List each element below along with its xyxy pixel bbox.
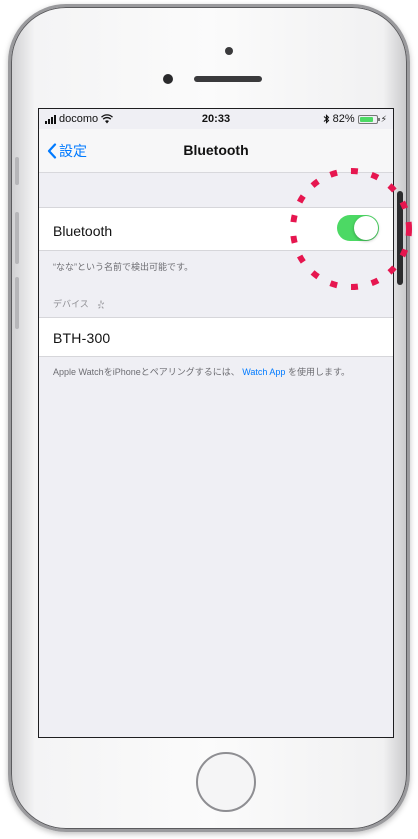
front-camera — [225, 47, 233, 55]
volume-down-button — [15, 277, 19, 329]
bluetooth-status-icon — [323, 114, 329, 124]
mute-switch — [15, 157, 19, 185]
proximity-sensor — [163, 74, 173, 84]
battery-fill — [359, 116, 373, 122]
bluetooth-cell: Bluetooth — [39, 207, 393, 251]
navigation-bar: 設定 Bluetooth — [39, 129, 393, 173]
bluetooth-toggle[interactable] — [337, 215, 379, 241]
earpiece-speaker — [194, 76, 262, 82]
power-button — [397, 191, 403, 285]
discoverable-note: “なな”という名前で検出可能です。 — [53, 262, 194, 272]
loading-spinner-icon — [98, 300, 105, 309]
home-button[interactable] — [196, 752, 256, 812]
watch-note-text-end: を使用します。 — [287, 367, 351, 377]
apple-watch-note: Apple WatchをiPhoneとペアリングするには、 Watch App … — [53, 366, 381, 379]
status-right: 82% ⚡ — [323, 113, 387, 125]
watch-app-link[interactable]: Watch App — [242, 367, 285, 377]
bluetooth-label: Bluetooth — [53, 223, 113, 239]
device-row[interactable]: BTH-300 — [39, 317, 393, 357]
devices-header-label: デバイス — [53, 299, 89, 309]
stage: docomo 20:33 82% ⚡ 設定 Bluetooth Bluetoot… — [0, 0, 418, 839]
watch-note-text: Apple WatchをiPhoneとペアリングするには、 — [53, 367, 240, 377]
volume-up-button — [15, 212, 19, 264]
battery-percent: 82% — [332, 113, 355, 125]
charging-icon: ⚡ — [380, 113, 387, 124]
device-name: BTH-300 — [53, 330, 111, 346]
toggle-knob — [354, 216, 378, 240]
devices-section-header: デバイス — [53, 297, 111, 310]
status-bar: docomo 20:33 82% ⚡ — [39, 109, 393, 129]
page-title: Bluetooth — [183, 142, 249, 158]
phone-screen: docomo 20:33 82% ⚡ 設定 Bluetooth Bluetoot… — [38, 108, 394, 738]
battery-icon — [357, 114, 380, 124]
